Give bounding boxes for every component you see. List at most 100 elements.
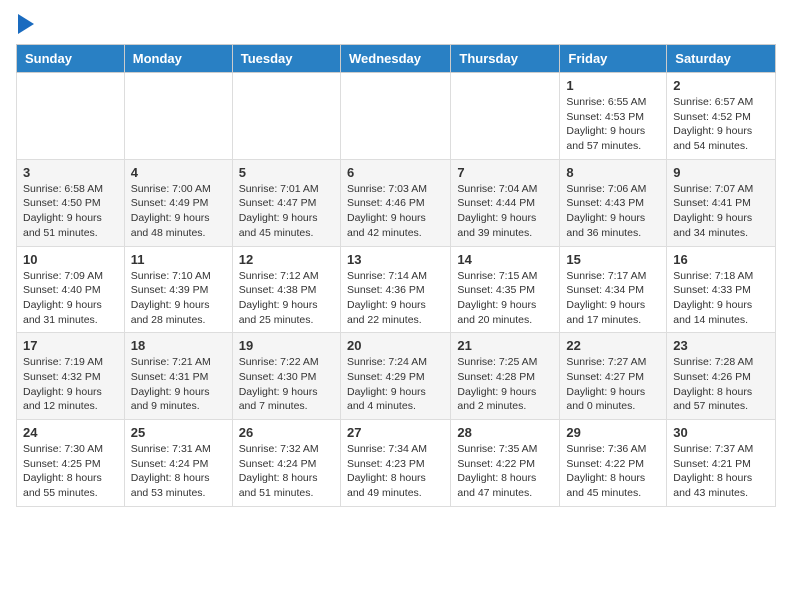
day-number: 4 bbox=[131, 165, 226, 180]
calendar-cell: 3 Sunrise: 6:58 AM Sunset: 4:50 PM Daylig… bbox=[17, 159, 125, 246]
day-info: Sunrise: 7:36 AM Sunset: 4:22 PM Dayligh… bbox=[566, 442, 660, 501]
calendar-cell bbox=[232, 73, 340, 160]
calendar-cell bbox=[17, 73, 125, 160]
day-number: 5 bbox=[239, 165, 334, 180]
calendar-week-1: 1 Sunrise: 6:55 AM Sunset: 4:53 PM Daylig… bbox=[17, 73, 776, 160]
day-number: 26 bbox=[239, 425, 334, 440]
calendar-cell: 14 Sunrise: 7:15 AM Sunset: 4:35 PM Dayli… bbox=[451, 246, 560, 333]
day-info: Sunrise: 6:55 AM Sunset: 4:53 PM Dayligh… bbox=[566, 95, 660, 154]
calendar-cell: 1 Sunrise: 6:55 AM Sunset: 4:53 PM Daylig… bbox=[560, 73, 667, 160]
day-info: Sunrise: 7:17 AM Sunset: 4:34 PM Dayligh… bbox=[566, 269, 660, 328]
day-info: Sunrise: 7:31 AM Sunset: 4:24 PM Dayligh… bbox=[131, 442, 226, 501]
day-number: 17 bbox=[23, 338, 118, 353]
calendar-week-4: 17 Sunrise: 7:19 AM Sunset: 4:32 PM Dayli… bbox=[17, 333, 776, 420]
day-info: Sunrise: 7:14 AM Sunset: 4:36 PM Dayligh… bbox=[347, 269, 444, 328]
calendar-cell: 9 Sunrise: 7:07 AM Sunset: 4:41 PM Daylig… bbox=[667, 159, 776, 246]
day-info: Sunrise: 7:00 AM Sunset: 4:49 PM Dayligh… bbox=[131, 182, 226, 241]
calendar-cell: 10 Sunrise: 7:09 AM Sunset: 4:40 PM Dayli… bbox=[17, 246, 125, 333]
calendar-cell: 7 Sunrise: 7:04 AM Sunset: 4:44 PM Daylig… bbox=[451, 159, 560, 246]
day-info: Sunrise: 7:22 AM Sunset: 4:30 PM Dayligh… bbox=[239, 355, 334, 414]
calendar-cell: 11 Sunrise: 7:10 AM Sunset: 4:39 PM Dayli… bbox=[124, 246, 232, 333]
calendar-week-3: 10 Sunrise: 7:09 AM Sunset: 4:40 PM Dayli… bbox=[17, 246, 776, 333]
day-number: 19 bbox=[239, 338, 334, 353]
column-header-saturday: Saturday bbox=[667, 45, 776, 73]
day-info: Sunrise: 7:35 AM Sunset: 4:22 PM Dayligh… bbox=[457, 442, 553, 501]
day-number: 7 bbox=[457, 165, 553, 180]
calendar-cell: 15 Sunrise: 7:17 AM Sunset: 4:34 PM Dayli… bbox=[560, 246, 667, 333]
day-info: Sunrise: 7:19 AM Sunset: 4:32 PM Dayligh… bbox=[23, 355, 118, 414]
calendar-week-5: 24 Sunrise: 7:30 AM Sunset: 4:25 PM Dayli… bbox=[17, 420, 776, 507]
logo-arrow-icon bbox=[18, 14, 34, 34]
day-info: Sunrise: 7:24 AM Sunset: 4:29 PM Dayligh… bbox=[347, 355, 444, 414]
day-info: Sunrise: 7:30 AM Sunset: 4:25 PM Dayligh… bbox=[23, 442, 118, 501]
calendar-cell: 4 Sunrise: 7:00 AM Sunset: 4:49 PM Daylig… bbox=[124, 159, 232, 246]
day-number: 16 bbox=[673, 252, 769, 267]
calendar-cell: 29 Sunrise: 7:36 AM Sunset: 4:22 PM Dayli… bbox=[560, 420, 667, 507]
day-info: Sunrise: 7:06 AM Sunset: 4:43 PM Dayligh… bbox=[566, 182, 660, 241]
day-number: 27 bbox=[347, 425, 444, 440]
day-number: 1 bbox=[566, 78, 660, 93]
calendar-cell: 30Sunrise: 7:37 AM Sunset: 4:21 PM Dayli… bbox=[667, 420, 776, 507]
day-number: 21 bbox=[457, 338, 553, 353]
day-info: Sunrise: 7:27 AM Sunset: 4:27 PM Dayligh… bbox=[566, 355, 660, 414]
day-number: 15 bbox=[566, 252, 660, 267]
calendar-cell: 18Sunrise: 7:21 AM Sunset: 4:31 PM Dayli… bbox=[124, 333, 232, 420]
day-number: 29 bbox=[566, 425, 660, 440]
calendar-cell: 13 Sunrise: 7:14 AM Sunset: 4:36 PM Dayli… bbox=[340, 246, 450, 333]
day-info: Sunrise: 7:32 AM Sunset: 4:24 PM Dayligh… bbox=[239, 442, 334, 501]
day-number: 24 bbox=[23, 425, 118, 440]
calendar-cell: 20 Sunrise: 7:24 AM Sunset: 4:29 PM Dayli… bbox=[340, 333, 450, 420]
calendar-table: SundayMondayTuesdayWednesdayThursdayFrid… bbox=[16, 44, 776, 507]
calendar-cell: 6Sunrise: 7:03 AM Sunset: 4:46 PM Daylig… bbox=[340, 159, 450, 246]
calendar-cell: 25 Sunrise: 7:31 AM Sunset: 4:24 PM Dayli… bbox=[124, 420, 232, 507]
column-header-friday: Friday bbox=[560, 45, 667, 73]
calendar-cell: 24 Sunrise: 7:30 AM Sunset: 4:25 PM Dayli… bbox=[17, 420, 125, 507]
day-number: 18 bbox=[131, 338, 226, 353]
day-info: Sunrise: 7:37 AM Sunset: 4:21 PM Dayligh… bbox=[673, 442, 769, 501]
day-number: 12 bbox=[239, 252, 334, 267]
day-number: 28 bbox=[457, 425, 553, 440]
column-header-wednesday: Wednesday bbox=[340, 45, 450, 73]
column-header-monday: Monday bbox=[124, 45, 232, 73]
day-number: 10 bbox=[23, 252, 118, 267]
day-number: 13 bbox=[347, 252, 444, 267]
calendar-cell: 12 Sunrise: 7:12 AM Sunset: 4:38 PM Dayli… bbox=[232, 246, 340, 333]
day-number: 14 bbox=[457, 252, 553, 267]
day-number: 23 bbox=[673, 338, 769, 353]
day-info: Sunrise: 7:25 AM Sunset: 4:28 PM Dayligh… bbox=[457, 355, 553, 414]
day-info: Sunrise: 7:09 AM Sunset: 4:40 PM Dayligh… bbox=[23, 269, 118, 328]
day-number: 20 bbox=[347, 338, 444, 353]
calendar-week-2: 3 Sunrise: 6:58 AM Sunset: 4:50 PM Daylig… bbox=[17, 159, 776, 246]
day-number: 2 bbox=[673, 78, 769, 93]
day-info: Sunrise: 7:04 AM Sunset: 4:44 PM Dayligh… bbox=[457, 182, 553, 241]
day-number: 8 bbox=[566, 165, 660, 180]
day-info: Sunrise: 7:07 AM Sunset: 4:41 PM Dayligh… bbox=[673, 182, 769, 241]
day-number: 9 bbox=[673, 165, 769, 180]
calendar-cell bbox=[451, 73, 560, 160]
calendar-cell bbox=[340, 73, 450, 160]
day-info: Sunrise: 7:01 AM Sunset: 4:47 PM Dayligh… bbox=[239, 182, 334, 241]
calendar-cell: 21 Sunrise: 7:25 AM Sunset: 4:28 PM Dayli… bbox=[451, 333, 560, 420]
day-info: Sunrise: 7:18 AM Sunset: 4:33 PM Dayligh… bbox=[673, 269, 769, 328]
calendar-cell: 19 Sunrise: 7:22 AM Sunset: 4:30 PM Dayli… bbox=[232, 333, 340, 420]
day-info: Sunrise: 7:10 AM Sunset: 4:39 PM Dayligh… bbox=[131, 269, 226, 328]
day-info: Sunrise: 7:34 AM Sunset: 4:23 PM Dayligh… bbox=[347, 442, 444, 501]
day-info: Sunrise: 6:58 AM Sunset: 4:50 PM Dayligh… bbox=[23, 182, 118, 241]
calendar-cell: 22 Sunrise: 7:27 AM Sunset: 4:27 PM Dayli… bbox=[560, 333, 667, 420]
day-info: Sunrise: 7:15 AM Sunset: 4:35 PM Dayligh… bbox=[457, 269, 553, 328]
column-header-tuesday: Tuesday bbox=[232, 45, 340, 73]
calendar-cell: 26 Sunrise: 7:32 AM Sunset: 4:24 PM Dayli… bbox=[232, 420, 340, 507]
calendar-cell: 16 Sunrise: 7:18 AM Sunset: 4:33 PM Dayli… bbox=[667, 246, 776, 333]
day-number: 25 bbox=[131, 425, 226, 440]
calendar-header-row: SundayMondayTuesdayWednesdayThursdayFrid… bbox=[17, 45, 776, 73]
calendar-cell: 23Sunrise: 7:28 AM Sunset: 4:26 PM Dayli… bbox=[667, 333, 776, 420]
day-number: 22 bbox=[566, 338, 660, 353]
page-header bbox=[16, 16, 776, 34]
calendar-cell: 2 Sunrise: 6:57 AM Sunset: 4:52 PM Daylig… bbox=[667, 73, 776, 160]
day-info: Sunrise: 6:57 AM Sunset: 4:52 PM Dayligh… bbox=[673, 95, 769, 154]
day-number: 3 bbox=[23, 165, 118, 180]
calendar-cell: 17 Sunrise: 7:19 AM Sunset: 4:32 PM Dayli… bbox=[17, 333, 125, 420]
day-number: 11 bbox=[131, 252, 226, 267]
calendar-cell: 27 Sunrise: 7:34 AM Sunset: 4:23 PM Dayli… bbox=[340, 420, 450, 507]
day-info: Sunrise: 7:12 AM Sunset: 4:38 PM Dayligh… bbox=[239, 269, 334, 328]
